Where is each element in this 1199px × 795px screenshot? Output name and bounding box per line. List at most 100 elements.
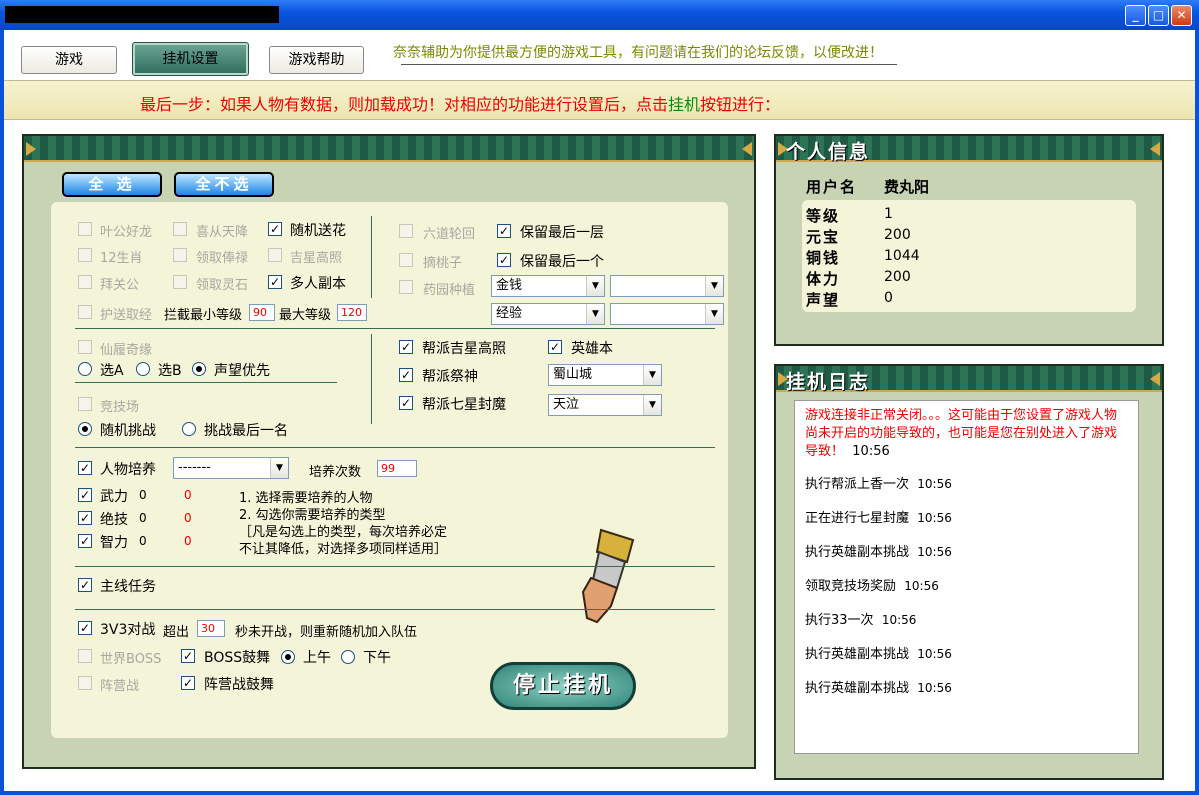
label-min-level: 拦截最小等级 [164, 308, 243, 323]
chevron-down-icon: ▼ [705, 276, 723, 296]
label-liudao: 六道轮回 [423, 227, 476, 242]
label-train-count: 培养次数 [309, 465, 362, 480]
checkbox-guangong[interactable] [78, 275, 92, 289]
stat-ingot: 200 [884, 227, 911, 243]
checkbox-force[interactable]: ✓ [78, 488, 92, 502]
checkbox-keep-last-one[interactable]: ✓ [497, 253, 511, 267]
label-option-a: 选A [100, 363, 124, 379]
tab-hang-settings[interactable]: 挂机设置 [132, 42, 249, 76]
checkbox-xicong[interactable] [173, 222, 187, 236]
checkbox-peach[interactable] [399, 253, 413, 267]
label-main-quest: 主线任务 [100, 579, 156, 595]
checkbox-main-quest[interactable]: ✓ [78, 578, 92, 592]
checkbox-camp-war[interactable] [78, 676, 92, 690]
checkbox-herb-garden[interactable] [399, 280, 413, 294]
log-panel-header: 挂机日志 [776, 366, 1162, 393]
label-intellect: 智力 [100, 535, 128, 551]
checkbox-arena[interactable] [78, 397, 92, 411]
label-3v3: 3V3对战 [100, 622, 156, 638]
label-3v3-pre: 超出 [163, 625, 190, 640]
exp-select-2[interactable]: ▼ [610, 303, 724, 325]
label-skill: 绝技 [100, 512, 128, 528]
label-hero-dungeon: 英雄本 [571, 341, 613, 357]
close-button[interactable]: ✕ [1171, 5, 1192, 26]
checkbox-salary[interactable] [173, 248, 187, 262]
chevron-down-icon: ▼ [705, 304, 723, 324]
checkbox-multi-dungeon[interactable]: ✓ [268, 275, 282, 289]
train-count-input[interactable]: 99 [377, 460, 417, 477]
label-herb-garden: 药园种植 [423, 283, 476, 298]
checkbox-guild-seven-star[interactable]: ✓ [399, 396, 413, 410]
select-all-button[interactable]: 全 选 [62, 172, 162, 197]
log-list[interactable]: 游戏连接非正常关闭。。。这可能由于您设置了游戏人物尚未开启的功能导致的，也可能是… [794, 400, 1139, 754]
radio-challenge-last[interactable] [182, 422, 196, 436]
checkbox-camp-drum[interactable]: ✓ [181, 676, 195, 690]
label-random-challenge: 随机挑战 [100, 423, 156, 439]
log-entry: 执行帮派上香一次 10:56 [805, 477, 952, 492]
minimize-button[interactable]: _ [1125, 5, 1146, 26]
label-escort: 护送取经 [100, 308, 153, 323]
label-challenge-last: 挑战最后一名 [204, 423, 288, 439]
label-multi-dungeon: 多人副本 [290, 276, 346, 292]
money-select[interactable]: 金钱 ▼ [491, 275, 605, 297]
tab-game[interactable]: 游戏 [21, 46, 117, 74]
force-delta: 0 [184, 488, 192, 502]
log-entry: 执行英雄副本挑战 10:56 [805, 545, 952, 560]
checkbox-keep-last-layer[interactable]: ✓ [497, 224, 511, 238]
stat-label: 铜钱 [806, 249, 841, 267]
label-reputation-first: 声望优先 [214, 363, 270, 379]
checkbox-hero-dungeon[interactable]: ✓ [548, 340, 562, 354]
maximize-button[interactable]: □ [1148, 5, 1169, 26]
checkbox-boss-drum[interactable]: ✓ [181, 649, 195, 663]
checkbox-intellect[interactable]: ✓ [78, 534, 92, 548]
checkbox-lucky-star[interactable] [268, 248, 282, 262]
label-guangong: 拜关公 [100, 278, 140, 293]
train-character-select[interactable]: ------- ▼ [173, 457, 289, 479]
exp-select[interactable]: 经验 ▼ [491, 303, 605, 325]
checkbox-escort[interactable] [78, 305, 92, 319]
checkbox-send-flower[interactable]: ✓ [268, 222, 282, 236]
checkbox-skill[interactable]: ✓ [78, 511, 92, 525]
checkbox-guild-lucky-star[interactable]: ✓ [399, 340, 413, 354]
radio-morning[interactable] [281, 650, 295, 664]
checkbox-liudao[interactable] [399, 224, 413, 238]
log-entry: 领取竞技场奖励 10:56 [805, 579, 939, 594]
radio-option-a[interactable] [78, 362, 92, 376]
label-max-level: 最大等级 [279, 308, 332, 323]
hero-map-select[interactable]: 蜀山城 ▼ [548, 364, 662, 386]
label-peach: 摘桃子 [423, 256, 463, 271]
money-select-2[interactable]: ▼ [610, 275, 724, 297]
title-bar: _ □ ✕ [0, 0, 1199, 30]
stop-hang-button[interactable]: 停止挂机 [490, 662, 636, 710]
label-arena: 竞技场 [100, 400, 140, 415]
user-name: 费丸阳 [884, 178, 930, 196]
tab-game-help[interactable]: 游戏帮助 [269, 46, 364, 74]
checkbox-12zodiac[interactable] [78, 248, 92, 262]
radio-afternoon[interactable] [341, 650, 355, 664]
checkbox-xianlu[interactable] [78, 340, 92, 354]
min-level-input[interactable]: 90 [249, 304, 275, 321]
log-entry: 执行33一次 10:56 [805, 613, 917, 628]
checkbox-spirit-stone[interactable] [173, 275, 187, 289]
label-send-flower: 随机送花 [290, 223, 346, 239]
client-area: 游戏 挂机设置 游戏帮助 奈奈辅助为你提供最方便的游戏工具，有问题请在我们的论坛… [4, 30, 1195, 791]
hero-boss-select[interactable]: 天泣 ▼ [548, 394, 662, 416]
checkbox-yegong[interactable] [78, 222, 92, 236]
label-3v3-post: 秒未开战，则重新随机加入队伍 [235, 625, 418, 640]
3v3-seconds-input[interactable]: 30 [197, 620, 225, 637]
label-camp-war: 阵营战 [100, 679, 140, 694]
radio-reputation-first[interactable] [192, 362, 206, 376]
radio-option-b[interactable] [136, 362, 150, 376]
settings-panel-header [24, 136, 754, 162]
max-level-input[interactable]: 120 [337, 304, 367, 321]
select-none-button[interactable]: 全不选 [174, 172, 274, 197]
chevron-down-icon: ▼ [586, 276, 604, 296]
checkbox-guild-worship[interactable]: ✓ [399, 368, 413, 382]
info-panel-title: 个人信息 [786, 141, 871, 163]
checkbox-train[interactable]: ✓ [78, 461, 92, 475]
radio-random-challenge[interactable] [78, 422, 92, 436]
divider [371, 334, 372, 424]
checkbox-3v3[interactable]: ✓ [78, 621, 92, 635]
log-entry-error: 游戏连接非正常关闭。。。这可能由于您设置了游戏人物尚未开启的功能导致的，也可能是… [805, 408, 1118, 459]
checkbox-world-boss[interactable] [78, 649, 92, 663]
